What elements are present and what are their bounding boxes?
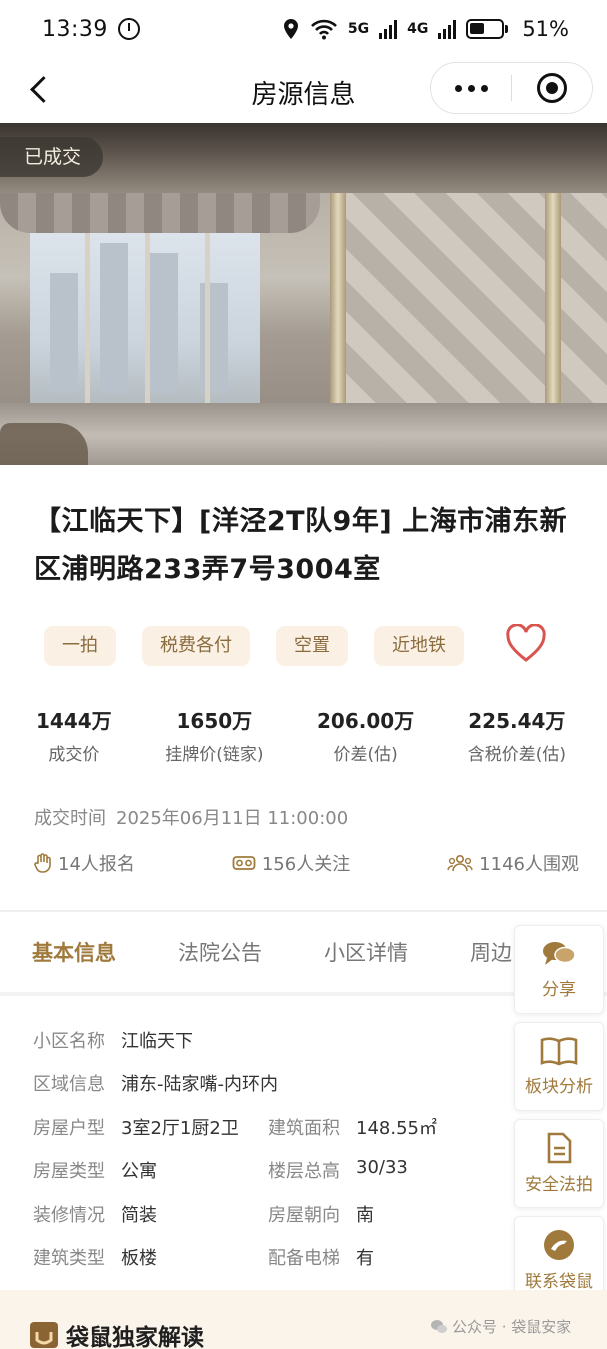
tag: 近地铁 [374,626,464,666]
info-row: 区域信息 浦东-陆家嘴-内环内 [33,1074,278,1096]
exclusive-interpretation-banner: 袋鼠独家解读 公众号 · 袋鼠安家 [0,1290,607,1349]
info-row: 房屋户型 3室2厅1厨2卫 建筑面积 148.55㎡ [33,1117,437,1139]
deal-time-value: 2025年06月11日 11:00:00 [116,808,349,829]
tab-court-notice[interactable]: 法院公告 [178,937,262,967]
banner-heading: 袋鼠独家解读 [30,1318,204,1349]
signal-4g-icon [438,19,457,39]
favorite-heart-icon[interactable] [505,624,547,664]
wifi-icon [310,19,337,40]
close-miniapp-icon[interactable] [512,73,592,103]
basic-info: 小区名称 江临天下 区域信息 浦东-陆家嘴-内环内 房屋户型 3室2厅1厨2卫 建筑面… [33,1018,503,1279]
battery-icon [466,19,509,39]
signal-5g-icon [379,19,398,39]
stat-label: 挂牌价(链家) [165,745,264,765]
alarm-icon [117,18,140,40]
safe-auction-button[interactable]: 安全法拍 [514,1119,604,1208]
stat-label: 价差(估) [333,745,398,765]
view-count: 1146人围观 [447,850,579,876]
signup-count: 14人报名 [34,850,135,876]
tab-surroundings[interactable]: 周边 [470,937,512,967]
stat-taxed-gap: 225.44万 含税价差(估) [468,706,566,765]
share-button[interactable]: 分享 [514,925,604,1014]
stat-label: 含税价差(估) [467,745,566,765]
listing-title: 【江临天下】[洋泾2T队9年] 上海市浦东新区浦明路233弄7号3004室 [34,506,568,585]
network-4g-label: 4G [407,21,429,37]
stat-value: 1444万 [36,709,112,733]
location-icon [283,19,298,39]
watermark: 公众号 · 袋鼠安家 [430,1316,571,1337]
miniapp-capsule [430,62,593,114]
district-analysis-button[interactable]: 板块分析 [514,1022,604,1111]
engagement-row: 14人报名 156人关注 1146人围观 [34,850,579,876]
listing-photo[interactable]: 已成交 [0,123,607,465]
network-5g-label: 5G [347,21,370,37]
tag: 税费各付 [142,626,250,666]
stat-value: 206.00万 [317,709,415,733]
book-icon [540,1037,578,1066]
follow-count: 156人关注 [232,850,350,876]
tag-list: 一拍 税费各付 空置 近地铁 [44,626,464,666]
vr-glasses-icon [232,856,256,870]
more-icon[interactable] [431,84,511,92]
navbar: 房源信息 [0,58,607,122]
deal-time: 成交时间 2025年06月11日 11:00:00 [34,804,348,830]
status-badge: 已成交 [0,137,104,177]
stat-deal-price: 1444万 成交价 [36,706,112,765]
brand-logo-icon [30,1322,58,1348]
tab-community-detail[interactable]: 小区详情 [324,937,408,967]
tag: 空置 [276,626,348,666]
chat-bubbles-icon [543,942,576,965]
deal-time-label: 成交时间 [34,808,106,829]
floating-action-bar: 分享 板块分析 安全法拍 联系袋鼠 [514,925,604,1305]
wechat-icon [431,1319,447,1333]
group-icon [447,854,473,872]
stat-listing-price: 1650万 挂牌价(链家) [165,706,263,765]
hand-icon [34,853,51,873]
battery-percent: 51% [522,17,569,41]
status-time: 13:39 [42,16,108,42]
info-row: 建筑类型 板楼 配备电梯有 [33,1248,374,1270]
status-bar: 13:39 5G 4G 51% [0,0,607,58]
info-row: 小区名称 江临天下 [33,1030,193,1052]
stat-value: 1650万 [176,709,253,733]
document-icon [547,1132,572,1164]
stat-label: 成交价 [48,745,100,765]
kangaroo-logo-icon [544,1230,574,1260]
tab-basic-info[interactable]: 基本信息 [32,937,116,967]
status-icons: 5G 4G 51% [282,17,569,41]
tag: 一拍 [44,626,116,666]
info-row: 房屋类型 公寓 楼层总高 30/33 [33,1157,408,1183]
stat-value: 225.44万 [468,709,566,733]
price-stats: 1444万 成交价 1650万 挂牌价(链家) 206.00万 价差(估) 22… [36,706,566,765]
info-row: 装修情况 简装 房屋朝向南 [33,1204,374,1226]
stat-price-gap: 206.00万 价差(估) [317,706,414,765]
